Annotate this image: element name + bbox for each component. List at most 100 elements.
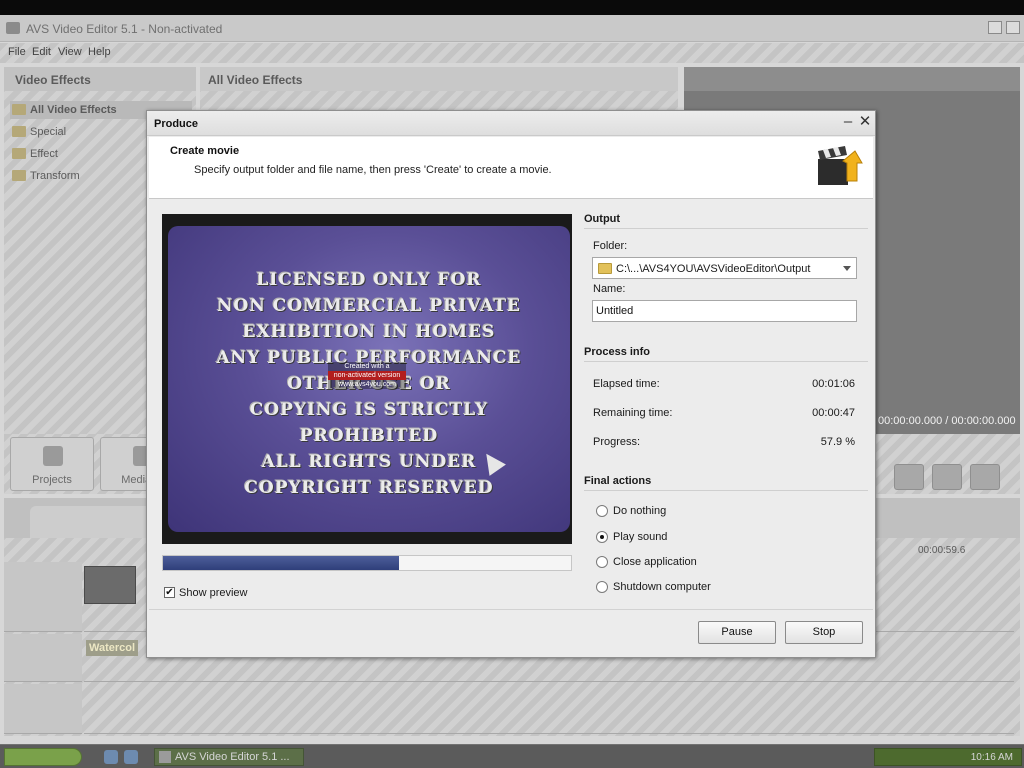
radio-button[interactable] [596,556,608,568]
info-value: 00:01:06 [812,378,855,390]
stop-button[interactable]: Stop [785,621,863,644]
folder-label: Folder: [593,240,628,252]
close-icon[interactable]: ✕ [856,114,874,132]
dialog-subheading: Specify output folder and file name, the… [194,164,552,176]
menu-file[interactable]: File [8,46,26,58]
name-field[interactable] [592,300,857,322]
name-label: Name: [593,283,626,295]
tree-item-label: Transform [30,170,80,182]
effect-clip-label[interactable]: Watercol [86,640,139,656]
close-icon[interactable] [1006,21,1020,34]
video-preview: LICENSED ONLY FOR NON COMMERCIAL PRIVATE… [168,226,570,532]
projects-icon [43,446,63,466]
produce-dialog: Produce – ✕ Create movie Specify output … [146,110,876,658]
radio-label: Do nothing [613,505,667,517]
menu-help[interactable]: Help [88,46,111,58]
projects-button[interactable]: Projects [10,437,94,491]
chevron-down-icon[interactable] [843,266,851,271]
radio-label: Close application [613,556,697,568]
folder-icon [12,170,26,181]
taskbar: AVS Video Editor 5.1 ... 10:16 AM [0,744,1024,768]
volume-icon[interactable] [970,464,1000,490]
info-value: 00:00:47 [812,407,855,419]
video-clip[interactable] [84,566,136,604]
panel-title: All Video Effects [200,67,678,91]
projects-label: Projects [32,474,72,486]
avs-task-icon [159,751,171,763]
preview-panel-header [684,67,1020,91]
menu-bar: File Edit View Help [0,43,1024,63]
folder-icon [598,263,612,274]
taskbar-item-avs[interactable]: AVS Video Editor 5.1 ... [154,748,304,766]
snapshot-icon[interactable] [932,464,962,490]
show-preview-checkbox[interactable]: ✔ Show preview [164,586,324,602]
tray-clock: 10:16 AM [970,752,1013,763]
preview-text-line: NON COMMERCIAL PRIVATE [216,296,521,316]
preview-text-line: COPYRIGHT RESERVED [244,478,494,498]
tree-item-label: Special [30,126,67,138]
taskbar-item-label: AVS Video Editor 5.1 ... [175,751,290,763]
progress-fill [163,556,400,570]
minimize-icon[interactable]: – [839,114,857,132]
player-controls [894,464,1012,492]
folder-icon [12,126,26,137]
radio-label: Play sound [613,531,668,543]
folder-icon [12,148,26,159]
pause-button[interactable]: Pause [698,621,776,644]
quicklaunch-desktop-icon[interactable] [124,750,138,764]
menu-view[interactable]: View [58,46,82,58]
watermark-line: www.avs4you.com [338,381,396,388]
dialog-title: Produce [154,118,199,130]
restore-icon[interactable] [988,21,1002,34]
radio-play-sound[interactable]: Play sound [596,530,796,546]
radio-button[interactable] [596,505,608,517]
radio-label: Shutdown computer [613,581,711,593]
preview-text-line: PROHIBITED [299,426,439,446]
remaining-time-row: Remaining time: 00:00:47 [593,407,855,419]
folder-combobox[interactable]: C:\...\AVS4YOU\AVSVideoEditor\Output [592,257,857,279]
info-label: Elapsed time: [593,378,660,390]
watermark-line: Created with a [344,363,390,370]
watermark: Created with a non-activated version www… [328,362,406,389]
watermark-line: non-activated version [328,371,406,380]
text-track [84,684,1014,734]
menu-edit[interactable]: Edit [32,46,51,58]
preview-text-line: COPYING IS STRICTLY [249,400,489,420]
dialog-footer-divider [149,609,873,610]
preview-text-line: EXHIBITION IN HOMES [242,322,496,342]
radio-shutdown-computer[interactable]: Shutdown computer [596,580,796,596]
dialog-heading: Create movie [170,145,240,157]
panel-title: Video Effects [4,67,196,91]
encoding-progress-bar [162,555,572,571]
video-track-header [4,562,82,632]
output-section-title: Output [584,213,868,229]
checkbox-label: Show preview [179,587,248,599]
tree-item-label: Effect [30,148,58,160]
preview-text-line: LICENSED ONLY FOR [256,270,482,290]
info-value: 57.9 % [820,436,855,448]
radio-do-nothing[interactable]: Do nothing [596,504,796,520]
quicklaunch-ie-icon[interactable] [104,750,118,764]
effects-track-header [4,634,82,682]
radio-button[interactable] [596,531,608,543]
monitor-icon[interactable] [894,464,924,490]
elapsed-time-row: Elapsed time: 00:01:06 [593,378,855,390]
app-titlebar: AVS Video Editor 5.1 - Non-activated [0,15,1024,42]
name-input[interactable] [593,301,856,321]
progress-row: Progress: 57.9 % [593,436,855,448]
info-label: Remaining time: [593,407,673,419]
clapperboard-arrow-icon [818,146,863,185]
radio-button[interactable] [596,581,608,593]
dialog-titlebar: Produce – ✕ [147,111,875,136]
dialog-header: Create movie Specify output folder and f… [149,137,873,199]
final-actions-section-title: Final actions [584,475,868,491]
timeline-ruler-time: 00:00:59.6 [918,545,966,556]
app-logo-icon [6,22,20,34]
checkbox-box[interactable]: ✔ [164,587,175,598]
start-button[interactable] [4,748,82,766]
radio-close-application[interactable]: Close application [596,555,796,571]
folder-icon [12,104,26,115]
video-preview-frame: LICENSED ONLY FOR NON COMMERCIAL PRIVATE… [162,214,572,544]
text-track-header [4,684,82,734]
folder-value: C:\...\AVS4YOU\AVSVideoEditor\Output [616,263,811,275]
